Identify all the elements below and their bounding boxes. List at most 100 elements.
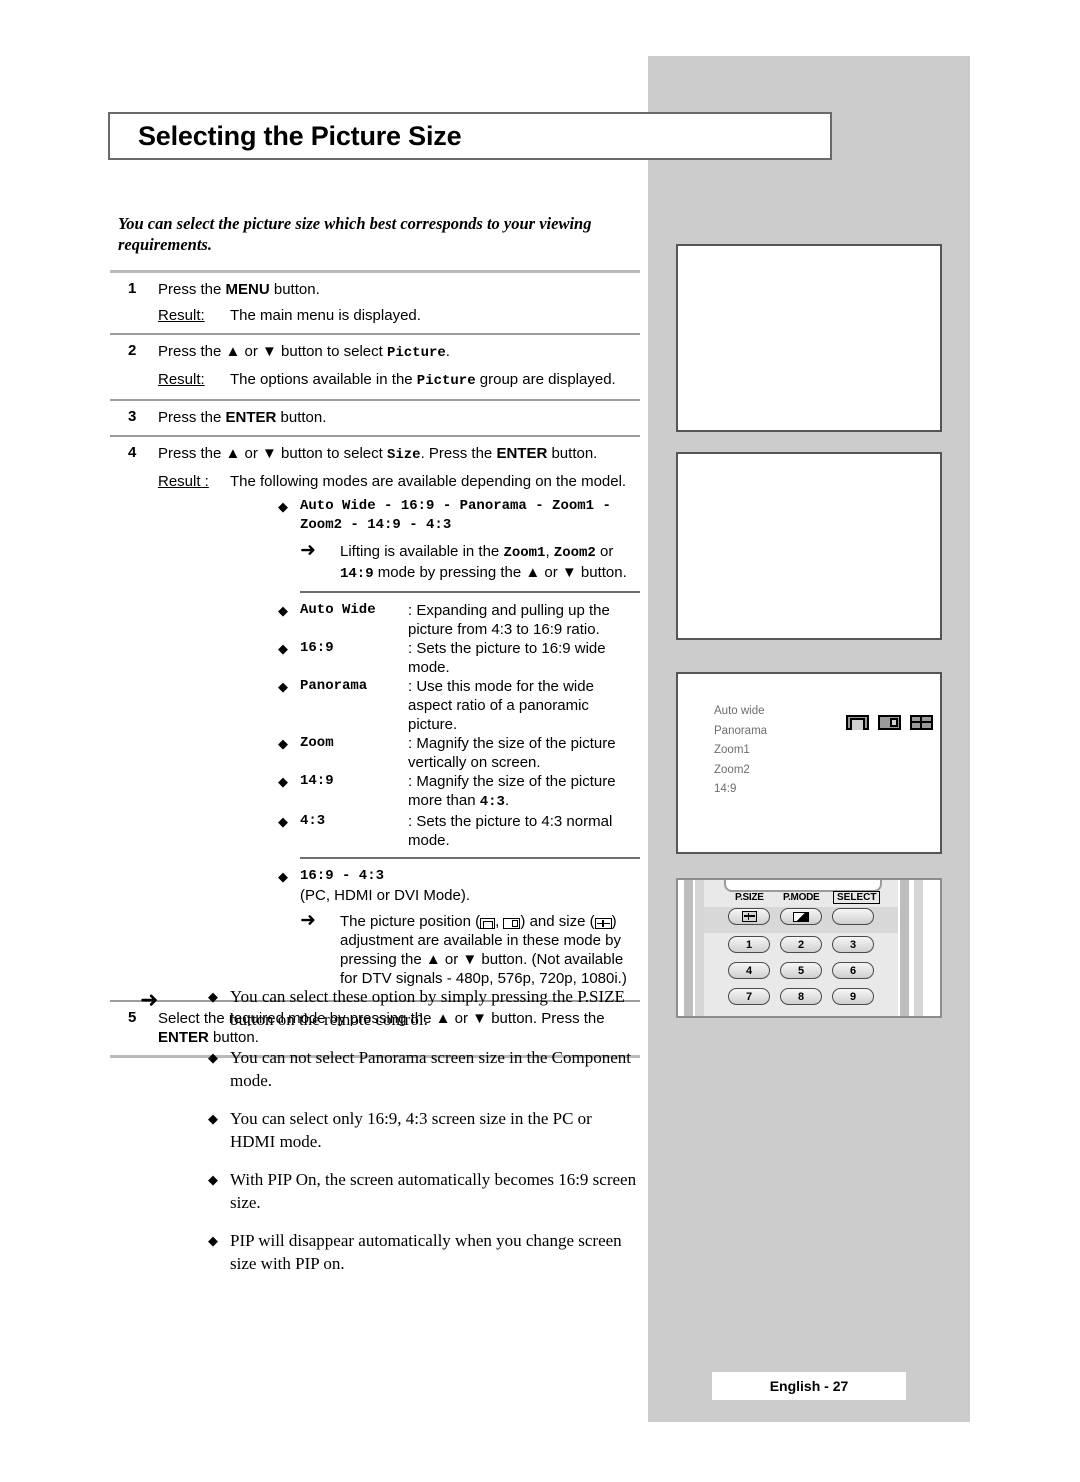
number-button-2[interactable]: 2 xyxy=(780,936,822,953)
step-number: 3 xyxy=(128,408,137,425)
mode-definition-row: ◆ 4:3 : Sets the picture to 4:3 normal m… xyxy=(278,812,640,850)
result-label: Result: xyxy=(158,371,205,388)
select-button[interactable] xyxy=(832,908,874,925)
result-label: Result : xyxy=(158,473,209,490)
lifting-key-2: Zoom2 xyxy=(553,545,596,561)
picture-position-horizontal-icon xyxy=(503,918,521,929)
pc-note-pre: The picture position ( xyxy=(340,913,481,930)
diamond-bullet-icon: ◆ xyxy=(278,499,288,514)
step-key: Picture xyxy=(386,345,446,361)
page-footer: English - 27 xyxy=(712,1372,906,1400)
modes-block: ◆ Auto Wide - 16:9 - Panorama - Zoom1 - … xyxy=(278,491,640,992)
result-row: Result: The options available in the Pic… xyxy=(158,370,640,391)
remote-left-edge xyxy=(684,880,693,1016)
note-item: ◆ With PIP On, the screen automatically … xyxy=(208,1168,640,1214)
diamond-bullet-icon: ◆ xyxy=(278,603,288,618)
modes-divider xyxy=(300,591,640,593)
step-number: 2 xyxy=(128,342,137,359)
step-instruction: Press the MENU button. Result: The main … xyxy=(158,280,640,325)
picture-mode-icon xyxy=(793,911,809,922)
mode-description: : Sets the picture to 16:9 wide mode. xyxy=(408,640,606,676)
step-text-pre: Press the ▲ or ▼ button to select xyxy=(158,343,387,360)
intro-paragraph: You can select the picture size which be… xyxy=(118,214,592,254)
step-instruction: Press the ▲ or ▼ button to select Pictur… xyxy=(158,342,640,391)
mode-description-pre: : Magnify the size of the picture more t… xyxy=(408,773,616,809)
number-button-7[interactable]: 7 xyxy=(728,988,770,1005)
illustration-box-2 xyxy=(676,452,942,640)
notes-list: ◆ You can select these option by simply … xyxy=(208,985,640,1275)
mode-name: Panorama xyxy=(300,678,368,694)
lifting-key-3: 14:9 xyxy=(340,566,374,582)
note-item: ◆ You can not select Panorama screen siz… xyxy=(208,1046,640,1092)
steps-table: 1 Press the MENU button. Result: The mai… xyxy=(110,270,640,1058)
note-arrow-icon: ➜ xyxy=(300,910,316,931)
result-text-post: group are displayed. xyxy=(475,371,616,388)
note-item: ◆ PIP will disappear automatically when … xyxy=(208,1229,640,1275)
number-button-6[interactable]: 6 xyxy=(832,962,874,979)
diamond-bullet-icon: ◆ xyxy=(278,869,288,884)
number-button-5[interactable]: 5 xyxy=(780,962,822,979)
result-text: The options available in the Picture gro… xyxy=(230,370,640,391)
step-key: Size xyxy=(386,447,421,463)
step-text-mid: . Press the xyxy=(420,445,497,462)
diamond-bullet-icon: ◆ xyxy=(278,814,288,829)
mode-definition-row: ◆ Panorama : Use this mode for the wide … xyxy=(278,677,640,734)
step-text-post: button. xyxy=(547,445,598,462)
modes-divider xyxy=(300,857,640,859)
number-button-1[interactable]: 1 xyxy=(728,936,770,953)
lifting-note: ➜ Lifting is available in the Zoom1, Zoo… xyxy=(300,541,640,584)
result-row: Result : The following modes are availab… xyxy=(158,472,640,491)
step-instruction: Press the ▲ or ▼ button to select Size. … xyxy=(158,444,640,992)
mode-definition-row: ◆ 16:9 : Sets the picture to 16:9 wide m… xyxy=(278,639,640,677)
result-text: The main menu is displayed. xyxy=(230,307,421,324)
number-button-3[interactable]: 3 xyxy=(832,936,874,953)
number-button-8[interactable]: 8 xyxy=(780,988,822,1005)
mode-name: Auto Wide xyxy=(300,602,376,618)
pmode-button[interactable] xyxy=(780,908,822,925)
step-text-pre: Press the xyxy=(158,409,226,426)
picture-position-vertical-icon[interactable] xyxy=(846,715,869,730)
mode-definition-row: ◆ Auto Wide : Expanding and pulling up t… xyxy=(278,601,640,639)
mode-description: : Expanding and pulling up the picture f… xyxy=(408,602,610,638)
step-number: 1 xyxy=(128,280,137,297)
diamond-bullet-icon: ◆ xyxy=(278,736,288,751)
mode-description: : Sets the picture to 4:3 normal mode. xyxy=(408,813,613,849)
osd-item-zoom2[interactable]: Zoom2 xyxy=(714,761,767,781)
osd-option-list: Auto wide Panorama Zoom1 Zoom2 14:9 xyxy=(714,702,767,800)
step-row-4: 4 Press the ▲ or ▼ button to select Size… xyxy=(110,437,640,1000)
notes-arrow-icon: ➜ xyxy=(140,987,159,1012)
step-instruction: Press the ENTER button. xyxy=(158,408,640,427)
remote-right-edge-2 xyxy=(914,880,923,1016)
psize-label: P.SIZE xyxy=(735,892,764,903)
psize-button[interactable] xyxy=(728,908,770,925)
result-text: The following modes are available depend… xyxy=(230,473,627,490)
picture-size-icon xyxy=(741,911,757,922)
osd-item-14-9[interactable]: 14:9 xyxy=(714,780,767,800)
lifting-pre: Lifting is available in the xyxy=(340,543,504,560)
remote-left-edge-2 xyxy=(695,880,704,1016)
pc-mode-block: ◆ 16:9 - 4:3 (PC, HDMI or DVI Mode). ➜ T… xyxy=(278,867,640,992)
mode-sequence: ◆ Auto Wide - 16:9 - Panorama - Zoom1 - … xyxy=(278,497,640,535)
note-text: With PIP On, the screen automatically be… xyxy=(230,1170,637,1212)
pc-note-comma: , xyxy=(495,913,504,930)
picture-position-horizontal-icon[interactable] xyxy=(878,715,901,730)
step-key-2: ENTER xyxy=(496,445,548,462)
note-text: You can select only 16:9, 4:3 screen siz… xyxy=(230,1109,592,1151)
diamond-bullet-icon: ◆ xyxy=(278,641,288,656)
step-text-post: button. xyxy=(269,281,320,298)
lifting-post: mode by pressing the ▲ or ▼ button. xyxy=(373,564,627,581)
number-button-4[interactable]: 4 xyxy=(728,962,770,979)
picture-size-icon xyxy=(594,918,612,929)
diamond-bullet-icon: ◆ xyxy=(278,679,288,694)
osd-item-zoom1[interactable]: Zoom1 xyxy=(714,741,767,761)
mode-name: Zoom xyxy=(300,735,334,751)
result-text-pre: The options available in the xyxy=(230,371,417,388)
osd-item-auto-wide[interactable]: Auto wide xyxy=(714,702,767,722)
osd-item-panorama[interactable]: Panorama xyxy=(714,722,767,742)
picture-size-icon[interactable] xyxy=(910,715,933,730)
step-row-3: 3 Press the ENTER button. xyxy=(110,401,640,435)
step-text-post: . xyxy=(445,343,450,360)
number-button-9[interactable]: 9 xyxy=(832,988,874,1005)
mode-sequence-line2: Zoom2 - 14:9 - 4:3 xyxy=(300,517,452,533)
mode-description: : Use this mode for the wide aspect rati… xyxy=(408,678,594,733)
